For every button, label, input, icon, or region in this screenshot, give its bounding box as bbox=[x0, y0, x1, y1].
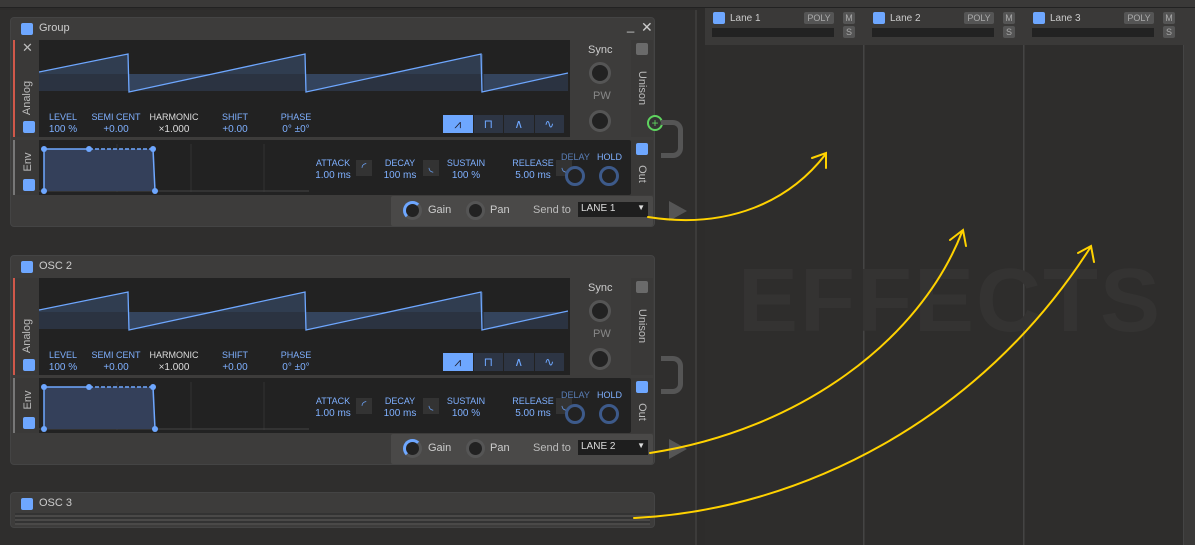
arrow-lane1 bbox=[647, 151, 827, 221]
arrow-lane3 bbox=[633, 244, 1095, 519]
annotation-arrows bbox=[633, 151, 1095, 519]
arrow-lane2 bbox=[649, 228, 967, 454]
